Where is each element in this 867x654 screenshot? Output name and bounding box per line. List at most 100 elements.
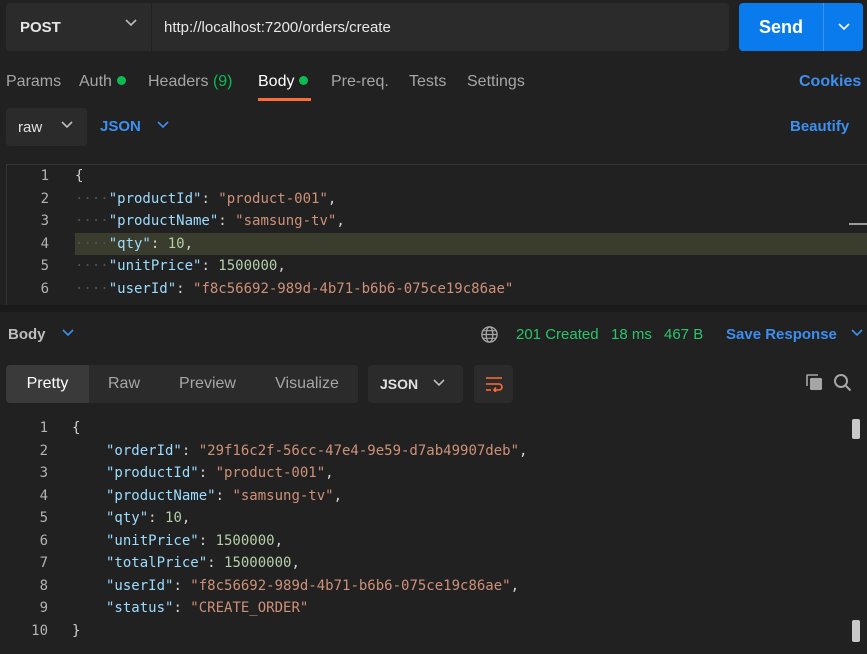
view-tab-preview[interactable]: Preview — [159, 365, 256, 403]
code-text: "status": "CREATE_ORDER" — [106, 597, 308, 619]
line-number: 5 — [40, 258, 49, 274]
code-line: 4 "productName": "samsung-tv", — [6, 485, 867, 507]
status-dot-icon — [116, 76, 126, 85]
tab-body-label: Body — [258, 73, 295, 90]
json-comma: , — [336, 213, 345, 229]
line-number: 2 — [39, 442, 48, 459]
json-comma: , — [519, 442, 528, 459]
json-value: "product-001" — [218, 190, 328, 207]
chevron-down-icon — [157, 121, 169, 129]
json-key: "totalPrice" — [106, 555, 208, 571]
json-colon: : — [173, 577, 191, 594]
scrollbar-thumb[interactable] — [852, 419, 860, 439]
scrollbar-thumb[interactable] — [849, 223, 867, 225]
method-select[interactable]: POST — [6, 3, 151, 51]
json-colon: : — [215, 487, 233, 504]
response-section-select[interactable]: Body — [8, 326, 74, 343]
response-format-select[interactable]: JSON — [368, 365, 463, 403]
json-value: 1500000 — [218, 258, 278, 274]
tab-auth-label: Auth — [79, 73, 112, 90]
json-colon: : — [218, 213, 236, 229]
json-brace: { — [75, 168, 84, 184]
json-key: "userId" — [108, 280, 177, 297]
indent-marker: ···· — [75, 190, 109, 207]
line-number: 5 — [39, 510, 48, 526]
json-colon: : — [198, 465, 216, 481]
tab-prereq[interactable]: Pre-req. — [331, 73, 389, 91]
view-tab-pretty[interactable]: Pretty — [6, 365, 89, 403]
line-number: 1 — [40, 168, 49, 184]
save-response-button[interactable]: Save Response — [726, 326, 863, 343]
code-line: 9 "status": "CREATE_ORDER" — [6, 597, 867, 619]
line-number: 7 — [39, 555, 48, 571]
code-line: 3 ····"productName": "samsung-tv", — [7, 210, 867, 232]
code-text: ····"productId": "product-001", — [75, 188, 336, 210]
response-body-viewer[interactable]: 1{2 "orderId": "29f16c2f-56cc-47e4-9e59-d… — [6, 417, 867, 654]
body-mode-select[interactable]: raw — [6, 108, 87, 146]
code-line: 6 ····"userId": "f8c56692-989d-4b71-b6b6-… — [7, 278, 867, 300]
request-body-editor[interactable]: 1{2 ····"productId": "product-001", 3 ····"… — [6, 164, 867, 305]
code-line: 4 ····"qty": 10, — [7, 233, 867, 255]
code-line: 1{ — [7, 165, 867, 187]
chevron-down-icon — [433, 379, 445, 387]
view-tab-raw[interactable]: Raw — [89, 365, 159, 403]
search-icon[interactable] — [833, 373, 852, 392]
json-comma: , — [327, 190, 337, 207]
code-text: ····"productName": "samsung-tv", — [75, 210, 345, 232]
cookies-link[interactable]: Cookies — [799, 73, 861, 91]
line-number: 6 — [40, 280, 49, 297]
line-number: 1 — [39, 420, 48, 436]
wrap-lines-button[interactable] — [474, 365, 513, 403]
status-code[interactable]: 201 Created — [516, 326, 599, 343]
tab-body[interactable]: Body — [258, 73, 309, 91]
scrollbar-thumb[interactable] — [852, 620, 860, 642]
tab-tests[interactable]: Tests — [409, 73, 446, 91]
json-value: 1500000 — [215, 532, 275, 549]
code-line: 5 ····"unitPrice": 1500000, — [7, 255, 867, 277]
json-colon: : — [176, 280, 194, 297]
json-comma: , — [291, 555, 300, 571]
tab-settings[interactable]: Settings — [467, 73, 525, 91]
response-time[interactable]: 18 ms — [611, 326, 652, 343]
json-value: "f8c56692-989d-4b71-b6b6-075ce19c86ae" — [193, 280, 514, 297]
json-value: 10 — [165, 510, 182, 526]
url-input[interactable]: http://localhost:7200/orders/create — [152, 3, 729, 51]
line-number: 2 — [40, 190, 49, 207]
pane-divider[interactable] — [0, 305, 867, 312]
code-text: "productName": "samsung-tv", — [106, 485, 342, 507]
line-number: 6 — [39, 532, 48, 549]
view-tab-visualize[interactable]: Visualize — [256, 365, 358, 403]
body-language-select[interactable]: JSON — [100, 118, 169, 135]
tab-params[interactable]: Params — [6, 73, 61, 91]
json-value: 10 — [167, 235, 185, 252]
wrap-lines-icon — [485, 377, 503, 392]
chevron-down-icon — [851, 329, 863, 337]
json-value: "samsung-tv" — [232, 487, 334, 504]
json-colon: : — [207, 555, 225, 571]
copy-icon[interactable] — [805, 373, 823, 391]
globe-icon[interactable] — [480, 325, 499, 344]
code-text: "userId": "f8c56692-989d-4b71-b6b6-075ce… — [106, 575, 519, 597]
json-value: "product-001" — [215, 465, 326, 481]
send-options-button[interactable] — [823, 3, 863, 51]
line-number: 10 — [31, 622, 48, 639]
json-colon: : — [181, 442, 199, 459]
chevron-down-icon — [62, 329, 74, 337]
tab-auth[interactable]: Auth — [79, 73, 126, 91]
code-text: { — [72, 417, 80, 439]
json-key: "productName" — [108, 213, 219, 229]
json-colon: : — [201, 190, 219, 207]
json-key: "qty" — [106, 510, 149, 526]
json-key: "productName" — [106, 487, 216, 504]
code-text: ····"userId": "f8c56692-989d-4b71-b6b6-0… — [75, 278, 513, 300]
headers-count-badge: (9) — [212, 73, 233, 90]
code-line: 1{ — [6, 417, 867, 439]
code-text: { — [75, 165, 83, 187]
json-colon: : — [150, 235, 168, 252]
beautify-button[interactable]: Beautify — [790, 118, 849, 135]
send-button[interactable]: Send — [739, 3, 823, 51]
json-value: "samsung-tv" — [235, 213, 337, 229]
response-size[interactable]: 467 B — [664, 326, 703, 343]
indent-marker: ···· — [75, 213, 109, 229]
tab-headers[interactable]: Headers (9) — [148, 73, 233, 91]
